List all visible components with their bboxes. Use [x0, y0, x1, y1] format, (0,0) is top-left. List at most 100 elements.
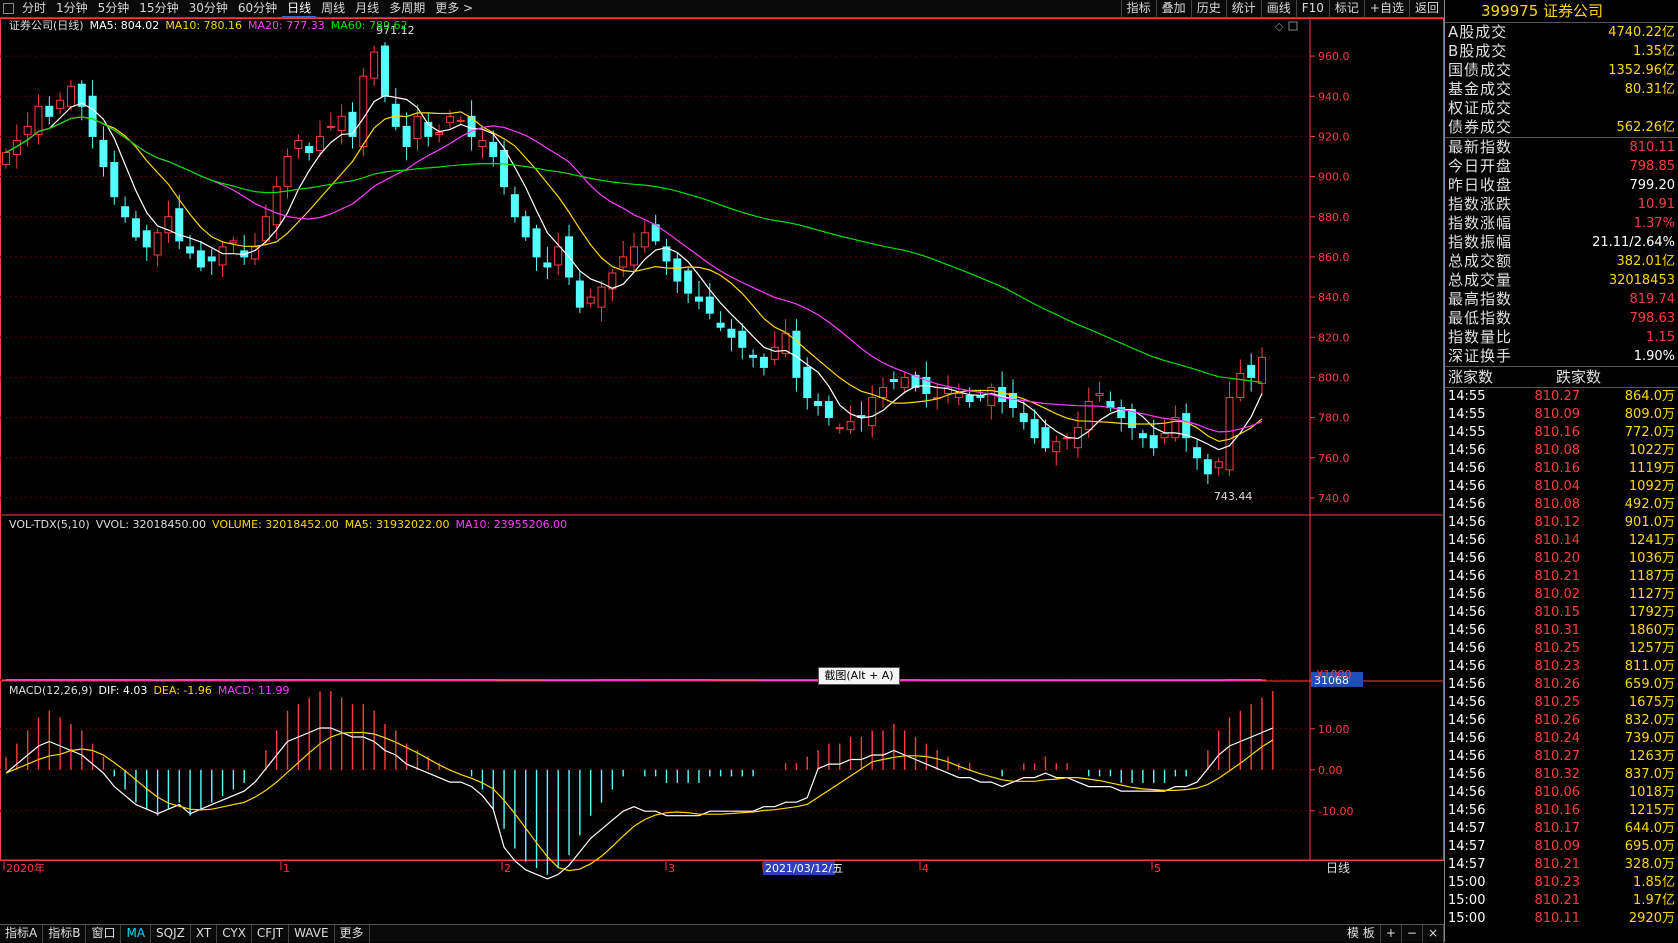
toolbar-button[interactable]: 返回 [1409, 0, 1444, 18]
tick-time: 14:56 [1448, 748, 1485, 766]
period-tab[interactable]: 1分钟 [51, 0, 93, 18]
tick-list: 14:55810.27864.0万14:55810.09809.0万14:558… [1445, 388, 1678, 928]
candle [457, 116, 464, 124]
candle [143, 225, 150, 261]
tick-volume: 772.0万 [1625, 424, 1675, 442]
tick-row: 14:56810.021127万 [1445, 586, 1678, 604]
window-menu-icon[interactable] [3, 3, 14, 14]
tick-price: 810.20 [1535, 550, 1581, 568]
candle [695, 281, 702, 309]
candle [89, 80, 96, 148]
period-tab[interactable]: 月线 [350, 0, 384, 18]
tick-row: 14:55810.16772.0万 [1445, 424, 1678, 442]
period-tab[interactable]: 60分钟 [233, 0, 282, 18]
indicator-tab[interactable]: CYX [217, 925, 252, 943]
indicator-tab[interactable]: 指标B [43, 925, 86, 943]
pane-control-button[interactable]: + [1381, 925, 1402, 943]
candle [436, 124, 443, 142]
toolbar-button[interactable]: +自选 [1364, 0, 1409, 18]
period-tab[interactable]: 15分钟 [134, 0, 183, 18]
period-tab[interactable]: 多周期 [384, 0, 430, 18]
pane-collapse-icon[interactable]: ◇ [1275, 20, 1284, 33]
indicator-toolbar: 指标A指标B窗口MASQJZXTCYXCFJTWAVE更多 模 板+−× [0, 924, 1444, 942]
candle [46, 96, 53, 124]
tick-volume: 1675万 [1629, 694, 1675, 712]
stat-row: 今日开盘798.85 [1445, 157, 1678, 176]
tick-volume: 1022万 [1629, 442, 1675, 460]
period-tab[interactable]: 30分钟 [184, 0, 233, 18]
tick-row: 14:56810.061018万 [1445, 784, 1678, 802]
indicator-tab[interactable]: WAVE [289, 925, 334, 943]
legend-item: MA10: 780.16 [165, 19, 242, 32]
tick-row: 14:57810.21328.0万 [1445, 856, 1678, 874]
chart-area[interactable]: 960.0940.0920.0900.0880.0860.0840.0820.0… [0, 18, 1444, 924]
y-tick-label: 960.0 [1318, 50, 1350, 63]
tick-time: 14:56 [1448, 676, 1485, 694]
tick-price: 810.15 [1535, 604, 1581, 622]
candle [122, 197, 129, 223]
candle [771, 331, 778, 365]
indicator-tab[interactable]: CFJT [252, 925, 289, 943]
y-tick-label: 900.0 [1318, 171, 1350, 184]
legend-item: MA5: 804.02 [90, 19, 160, 32]
candle [349, 102, 356, 148]
candle [208, 249, 215, 275]
indicator-tab[interactable]: SQJZ [151, 925, 191, 943]
tick-volume: 837.0万 [1625, 766, 1675, 784]
candle [901, 371, 908, 393]
tick-time: 14:56 [1448, 478, 1485, 496]
tick-time: 14:57 [1448, 820, 1485, 838]
indicator-tab[interactable]: 更多 [335, 925, 370, 943]
period-tab[interactable]: 日线 [282, 0, 316, 18]
stat-row: 总成交额382.01亿 [1445, 252, 1678, 271]
indicator-tab[interactable]: 窗口 [86, 925, 121, 943]
toolbar-button[interactable]: F10 [1296, 0, 1329, 18]
period-tab[interactable]: 周线 [316, 0, 350, 18]
pane-control-button[interactable]: − [1402, 925, 1423, 943]
candle [717, 311, 724, 331]
toolbar-button[interactable]: 叠加 [1156, 0, 1191, 18]
period-tab[interactable]: 5分钟 [93, 0, 135, 18]
candle [425, 112, 432, 146]
stat-row: 深证换手1.90% [1445, 347, 1678, 366]
stat-row: B股成交1.35亿 [1445, 42, 1678, 61]
toolbar-button[interactable]: 历史 [1191, 0, 1226, 18]
stat-value: 4740.22亿 [1608, 23, 1675, 42]
pane-control-button[interactable]: 模 板 [1342, 925, 1381, 943]
toolbar-button[interactable]: 指标 [1121, 0, 1156, 18]
candle [620, 241, 627, 277]
tick-time: 14:56 [1448, 658, 1485, 676]
stat-row: 指数涨幅1.37% [1445, 214, 1678, 233]
stat-value: 819.74 [1630, 290, 1676, 309]
candle [652, 215, 659, 245]
tick-row: 14:56810.041092万 [1445, 478, 1678, 496]
candle [479, 126, 486, 158]
decliners-label: 跌家数 [1556, 367, 1601, 388]
stat-row: 昨日收盘799.20 [1445, 176, 1678, 195]
y-tick-label: 800.0 [1318, 371, 1350, 384]
tick-volume: 1215万 [1629, 802, 1675, 820]
tick-price: 810.09 [1535, 838, 1581, 856]
x-axis-label: 2020年 [6, 861, 45, 875]
period-tab[interactable]: 更多 > [430, 0, 478, 18]
indicator-tab[interactable]: 指标A [0, 925, 43, 943]
toolbar-button[interactable]: 画线 [1261, 0, 1296, 18]
indicator-tab[interactable]: XT [191, 925, 217, 943]
stat-value: 799.20 [1630, 176, 1676, 195]
tick-time: 14:56 [1448, 604, 1485, 622]
pane-maximize-icon[interactable] [1289, 22, 1297, 30]
tick-row: 14:55810.27864.0万 [1445, 388, 1678, 406]
stat-label: 最新指数 [1448, 138, 1512, 156]
toolbar-button[interactable]: 标记 [1329, 0, 1364, 18]
tick-price: 810.23 [1535, 658, 1581, 676]
toolbar-button[interactable]: 统计 [1226, 0, 1261, 18]
macd-legend-item: MACD: 11.99 [218, 684, 290, 697]
period-tab[interactable]: 分时 [17, 0, 51, 18]
indicator-tab[interactable]: MA [121, 925, 151, 943]
stat-row: 指数量比1.15 [1445, 328, 1678, 347]
tick-price: 810.16 [1535, 424, 1581, 442]
candle [1215, 458, 1222, 476]
stat-row: 最高指数819.74 [1445, 290, 1678, 309]
tick-time: 14:57 [1448, 838, 1485, 856]
pane-control-button[interactable]: × [1423, 925, 1444, 943]
